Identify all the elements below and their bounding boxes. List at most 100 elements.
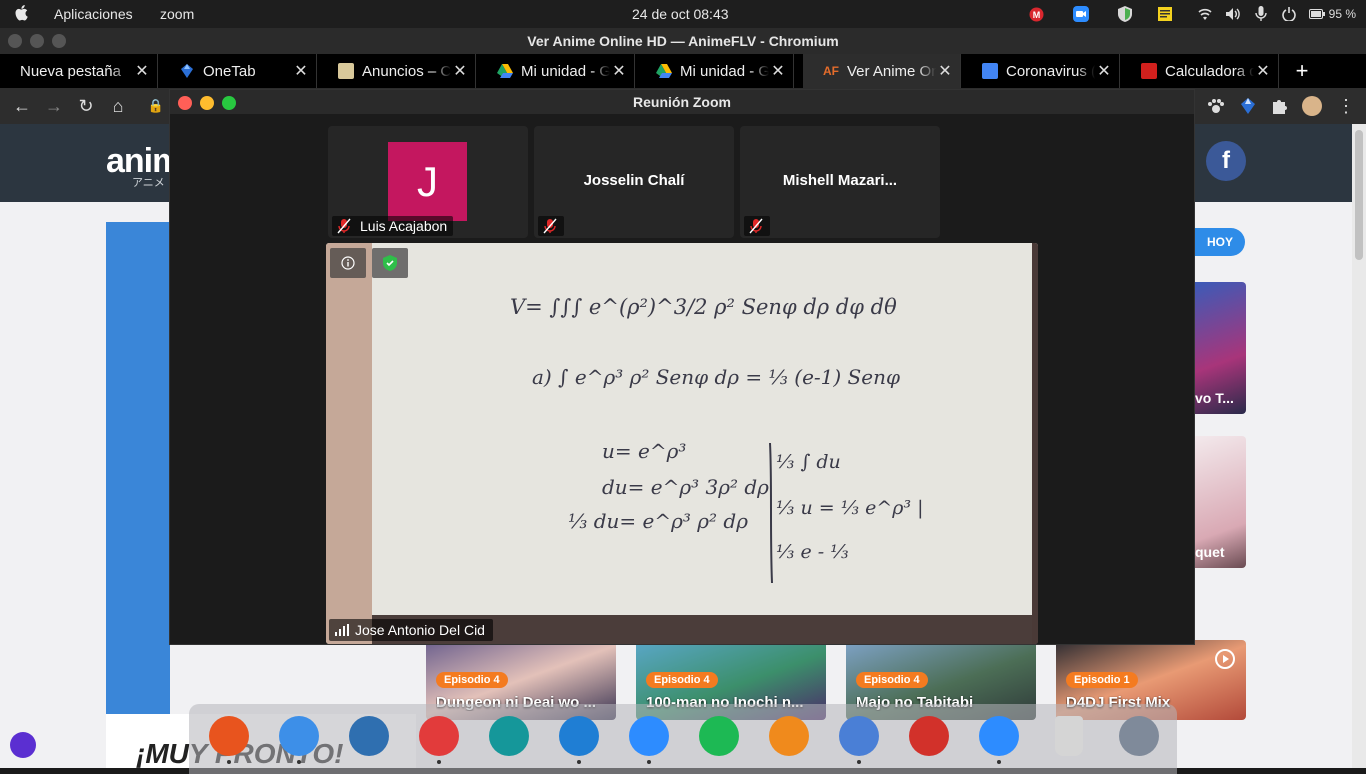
participant-name: Josselin Chalí [583,172,685,189]
participant-tile[interactable]: J Luis Acajabon [328,126,528,238]
trash-icon[interactable] [1055,716,1083,756]
close-tab-icon[interactable]: ✕ [133,61,151,81]
tab-onetab[interactable]: OneTab ✕ [159,54,317,88]
tab-label: Nueva pestaña [20,62,121,80]
side-anime-card[interactable]: vo T... [1195,282,1246,414]
pdf-reader-icon[interactable] [909,716,949,756]
facebook-button[interactable]: f [1206,141,1246,181]
episode-badge: Episodio 4 [646,672,718,688]
zoom-app-icon[interactable] [629,716,669,756]
close-tab-icon[interactable]: ✕ [451,61,469,81]
reload-icon[interactable]: ↻ [76,96,96,116]
close-window-button[interactable] [8,34,22,48]
hoy-badge[interactable]: HOY [1195,228,1245,256]
zoom-close-button[interactable] [178,96,192,110]
google-news-icon [982,63,998,79]
close-tab-icon[interactable]: ✕ [292,61,310,81]
maximize-window-button[interactable] [52,34,66,48]
video-background-right [1032,243,1038,644]
eye-icon[interactable] [419,716,459,756]
chromium-icon[interactable] [839,716,879,756]
zoom-tray-icon[interactable] [1072,6,1089,22]
power-icon[interactable] [1281,6,1297,22]
minimize-window-button[interactable] [30,34,44,48]
wifi-icon[interactable] [1197,6,1213,22]
board-line: a) ∫ e^ρ³ ρ² Senφ dρ = ⅓ (e-1) Senφ [532,365,900,389]
board-line: du= e^ρ³ 3ρ² dρ [602,475,769,499]
vlc-icon[interactable] [769,716,809,756]
tab-mi-unidad-1[interactable]: Mi unidad - Go ✕ [477,54,635,88]
paw-extension-icon[interactable] [1206,96,1226,116]
participant-name: Luis Acajabon [360,218,448,234]
participant-label [538,216,564,236]
side-card-caption: quet [1195,544,1225,560]
page-scrollbar[interactable] [1352,124,1366,768]
battery-percent: 95 % [1328,7,1356,21]
zoom-minimize-button[interactable] [200,96,214,110]
tab-anuncios[interactable]: Anuncios – CÁ ✕ [318,54,476,88]
close-tab-icon[interactable]: ✕ [769,61,787,81]
close-tab-icon[interactable]: ✕ [1254,61,1272,81]
microphone-icon[interactable] [1253,6,1269,22]
tab-label: Ver Anime Onl [847,62,936,80]
tab-animeflv[interactable]: AF Ver Anime Onl ✕ [803,54,961,88]
notes-icon[interactable] [1157,6,1173,22]
finder-icon[interactable] [279,716,319,756]
puzzle-extensions-icon[interactable] [1270,96,1290,116]
participant-tile[interactable]: Mishell Mazari... [740,126,940,238]
side-anime-card[interactable]: quet [1195,436,1246,568]
clock[interactable]: 24 de oct 08:43 [632,6,729,22]
document-viewer-icon[interactable] [349,716,389,756]
battery-icon[interactable] [1308,6,1325,22]
vscode-icon[interactable] [559,716,599,756]
site-logo-sub: アニメ [132,177,165,189]
security-shield-icon[interactable] [372,248,408,278]
apple-icon[interactable] [14,4,30,22]
back-arrow-icon[interactable]: ← [12,96,32,116]
active-speaker-video[interactable]: V= ∫∫∫ e^(ρ²)^3/2 ρ² Senφ dρ dφ dθ a) ∫ … [326,243,1038,644]
menu-dots-icon[interactable]: ⋮ [1336,96,1356,116]
tab-coronavirus[interactable]: Coronavirus (C ✕ [962,54,1120,88]
hero-banner[interactable] [106,222,170,768]
zoom-meetings-icon[interactable] [979,716,1019,756]
participant-tile[interactable]: Josselin Chalí [534,126,734,238]
new-tab-button[interactable]: + [1290,58,1314,84]
board-line: ⅓ e - ⅓ [776,541,849,563]
tab-label: Anuncios – CÁ [362,62,451,80]
side-card-caption: vo T... [1195,390,1234,406]
home-icon[interactable]: ⌂ [108,96,128,116]
play-icon[interactable] [1214,648,1236,670]
profile-avatar[interactable] [1302,96,1322,116]
mega-icon[interactable]: M [1029,6,1045,22]
running-indicator [857,760,861,764]
system-top-bar: Aplicaciones zoom 24 de oct 08:43 M 95 % [0,0,1366,28]
tab-calculadora[interactable]: Calculadora de ✕ [1121,54,1279,88]
shield-icon[interactable] [1117,6,1133,22]
close-tab-icon[interactable]: ✕ [1095,61,1113,81]
launchpad-icon[interactable] [1119,716,1159,756]
meeting-info-icon[interactable] [330,248,366,278]
animeflv-icon: AF [823,64,839,78]
tab-mi-unidad-2[interactable]: Mi unidad - Go ✕ [636,54,794,88]
spotify-icon[interactable] [699,716,739,756]
speaker-label: Jose Antonio Del Cid [329,619,493,641]
tab-nueva-pestana[interactable]: Nueva pestaña ✕ [0,54,158,88]
lock-icon[interactable]: 🔒 [146,96,166,116]
episode-badge: Episodio 4 [856,672,928,688]
window-title-bar: Ver Anime Online HD — AnimeFLV - Chromiu… [0,28,1366,54]
menu-zoom[interactable]: zoom [160,6,194,22]
board-line: V= ∫∫∫ e^(ρ²)^3/2 ρ² Senφ dρ dφ dθ [510,295,897,319]
volume-icon[interactable] [1225,6,1241,22]
firefox-icon[interactable] [209,716,249,756]
forward-arrow-icon[interactable]: → [44,96,64,116]
chat-widget-button[interactable] [10,732,36,758]
close-tab-icon[interactable]: ✕ [610,61,628,81]
google-drive-icon [656,64,672,78]
zoom-maximize-button[interactable] [222,96,236,110]
close-tab-icon[interactable]: ✕ [936,61,954,81]
arduino-icon[interactable] [489,716,529,756]
menu-aplicaciones[interactable]: Aplicaciones [54,6,133,22]
onetab-extension-icon[interactable] [1238,96,1258,116]
board-line: ⅓ du= e^ρ³ ρ² dρ [568,509,748,533]
scrollbar-thumb[interactable] [1355,130,1363,260]
